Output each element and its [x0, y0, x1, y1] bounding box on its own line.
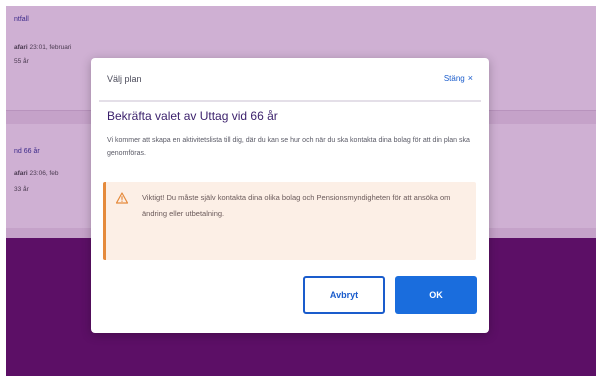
ok-button[interactable]: OK — [395, 276, 477, 314]
dialog-description: Vi kommer att skapa en aktivitetslista t… — [107, 137, 470, 157]
dialog-heading: Bekräfta valet av Uttag vid 66 år — [107, 109, 278, 123]
dialog-title: Välj plan — [107, 74, 142, 84]
confirm-plan-dialog: Välj plan Stäng × Bekräfta valet av Utta… — [91, 58, 489, 333]
frame-bottom — [0, 376, 604, 388]
frame-left — [0, 0, 6, 388]
close-button[interactable]: Stäng × — [444, 73, 473, 83]
dialog-header: Välj plan Stäng × — [91, 58, 489, 100]
plan-card-link[interactable]: ntfall — [14, 16, 29, 23]
plan-card-link[interactable]: nd 66 år — [14, 148, 40, 155]
plan-card-meta: afari 23:01, februari — [14, 44, 72, 51]
plan-card-sub: 33 år — [14, 186, 29, 193]
warning-notice: Viktigt! Du måste själv kontakta dina ol… — [103, 182, 476, 260]
warning-icon — [116, 192, 128, 204]
plan-card-sub: 55 år — [14, 58, 29, 65]
cancel-button[interactable]: Avbryt — [303, 276, 385, 314]
close-label: Stäng — [443, 73, 465, 83]
frame-top — [0, 0, 604, 6]
frame-right — [596, 0, 604, 388]
plan-card-meta: afari 23:06, feb — [14, 170, 59, 177]
header-divider — [99, 100, 481, 102]
close-icon: × — [467, 73, 473, 83]
warning-text: Viktigt! Du måste själv kontakta dina ol… — [142, 193, 451, 218]
